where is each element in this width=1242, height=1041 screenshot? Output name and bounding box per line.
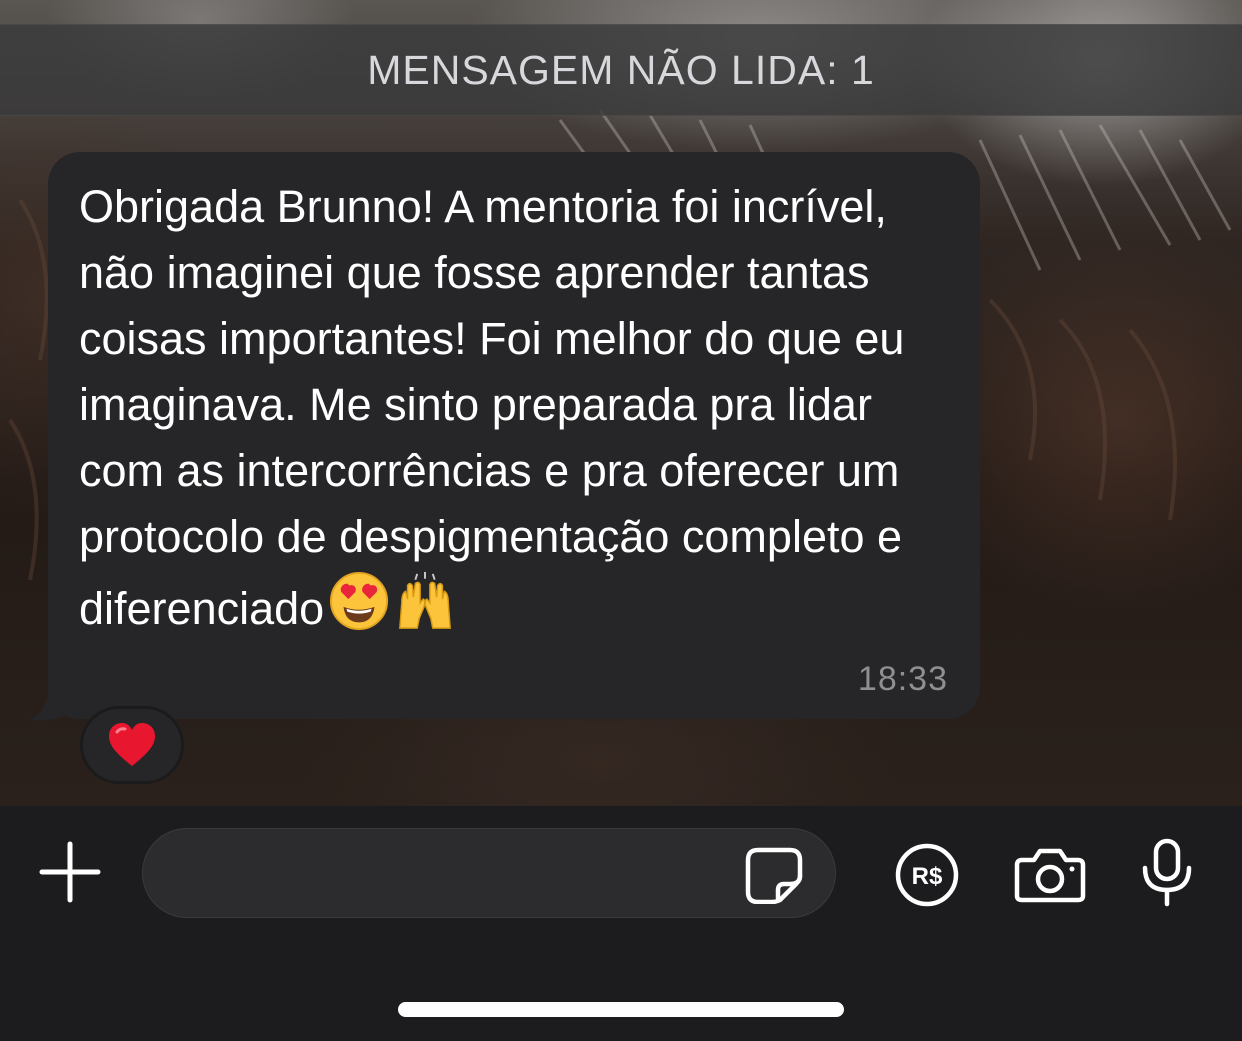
raising-hands-emoji [399,571,452,629]
red-heart-icon [109,723,155,766]
message-input[interactable] [142,828,836,918]
heart-eyes-emoji [330,571,389,631]
unread-messages-banner: MENSAGEM NÃO LIDA: 1 [0,24,1242,116]
message-text: Obrigada Brunno! A mentoria foi incrível… [79,174,909,642]
incoming-message-bubble[interactable]: Obrigada Brunno! A mentoria foi incrível… [48,152,980,719]
home-indicator [398,1002,844,1017]
chat-screen: MENSAGEM NÃO LIDA: 1 Obrigada Brunno! A … [0,0,1242,1041]
sticker-icon[interactable] [744,846,804,904]
plus-icon[interactable] [38,840,102,904]
message-body: Obrigada Brunno! A mentoria foi incrível… [79,181,905,634]
message-timestamp: 18:33 [857,660,948,698]
unread-count-label: MENSAGEM NÃO LIDA: 1 [367,46,875,93]
svg-text:R$: R$ [912,863,943,890]
microphone-icon[interactable] [1140,838,1194,908]
message-emojis [328,570,460,632]
camera-icon[interactable] [1014,846,1086,904]
real-payment-icon[interactable]: R$ [894,842,960,908]
heart-reaction[interactable] [80,706,184,784]
